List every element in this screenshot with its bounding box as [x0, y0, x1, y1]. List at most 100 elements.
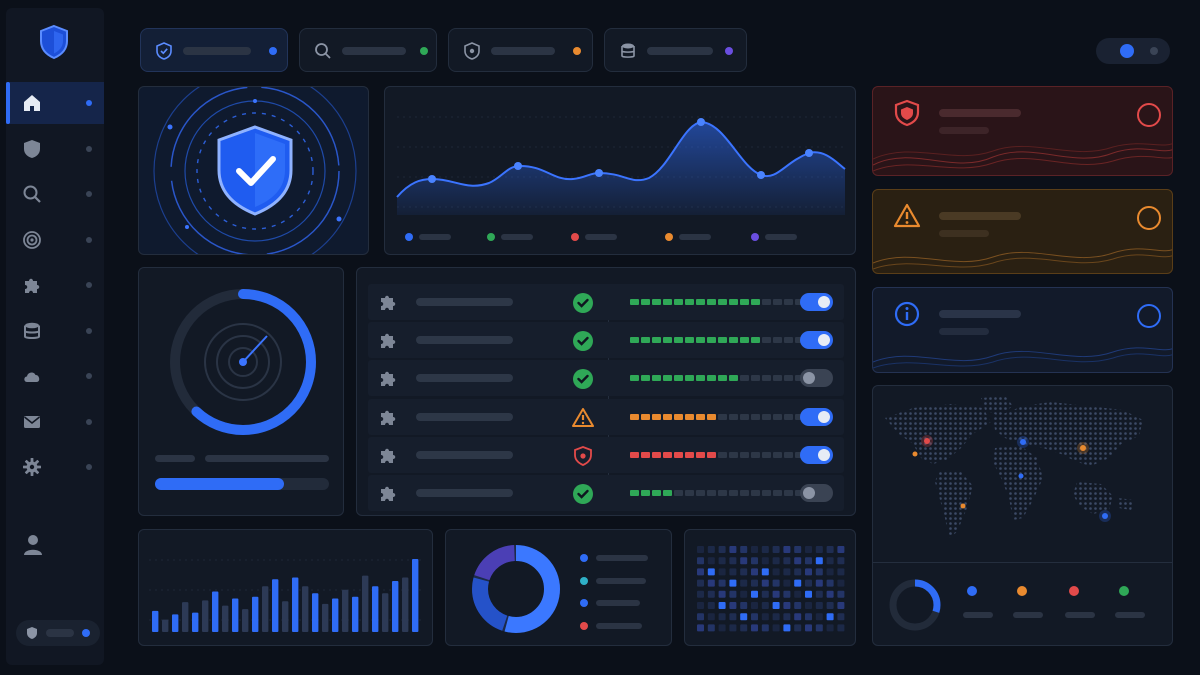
shield-check-icon — [155, 42, 173, 60]
level-segment — [762, 375, 771, 382]
module-level-bar — [630, 490, 804, 496]
tab-data[interactable] — [604, 28, 747, 72]
heatmap-cell — [826, 602, 834, 609]
tab-scan[interactable] — [299, 28, 437, 72]
tab-status-dot — [573, 47, 581, 55]
alert-wave-decoration — [873, 347, 1172, 369]
sidebar-item-home[interactable] — [6, 82, 104, 124]
alert-warning[interactable] — [872, 189, 1173, 274]
level-segment — [652, 299, 661, 305]
sidebar-item-database[interactable] — [6, 310, 104, 352]
alert-subtitle-placeholder — [939, 230, 989, 237]
shield-logo-icon[interactable] — [38, 24, 70, 60]
heatmap-cell — [837, 568, 845, 576]
user-icon[interactable] — [23, 534, 43, 556]
level-segment — [751, 451, 760, 458]
footer-label-placeholder — [46, 629, 74, 637]
heatmap-cell — [729, 568, 737, 576]
tab-threats[interactable] — [448, 28, 593, 72]
heatmap-cell — [826, 557, 834, 565]
heatmap-cell — [740, 568, 748, 576]
module-toggle[interactable] — [800, 484, 833, 502]
bar — [272, 579, 279, 632]
sidebar-item-indicator — [86, 327, 92, 334]
bar — [282, 601, 289, 632]
alert-title-placeholder — [939, 109, 1021, 117]
heatmap-cell — [761, 568, 769, 576]
level-segment — [674, 490, 683, 496]
legend-label-placeholder — [1115, 612, 1145, 618]
heatmap-cell — [761, 624, 769, 632]
level-segment — [652, 413, 661, 420]
legend-label-placeholder — [765, 234, 797, 240]
activity-area-chart — [396, 116, 846, 215]
bar — [262, 586, 269, 632]
alert-info[interactable] — [872, 287, 1173, 373]
module-toggle[interactable] — [800, 331, 833, 350]
heatmap-cell — [837, 624, 845, 632]
shield-bug-icon — [463, 42, 481, 60]
search-icon — [22, 184, 42, 204]
level-segment — [696, 413, 705, 420]
level-segment — [674, 299, 683, 305]
module-toggle[interactable] — [800, 445, 833, 464]
legend-label-placeholder — [596, 577, 646, 584]
heatmap-cell — [697, 590, 704, 598]
alert-critical[interactable] — [872, 86, 1173, 176]
sidebar-item-shield[interactable] — [6, 128, 104, 170]
heatmap-cell — [740, 613, 748, 621]
sidebar-item-search[interactable] — [6, 173, 104, 215]
radar-label-placeholder — [155, 455, 195, 462]
sidebar-footer-pill[interactable] — [16, 620, 100, 646]
puzzle-icon — [378, 445, 398, 465]
level-segment — [685, 337, 694, 344]
module-toggle[interactable] — [800, 369, 833, 388]
puzzle-icon — [22, 275, 42, 295]
bar — [332, 598, 339, 632]
sidebar-item-gear[interactable] — [6, 446, 104, 488]
bar — [382, 593, 389, 632]
module-toggle[interactable] — [800, 293, 833, 311]
table-row[interactable] — [368, 475, 844, 511]
alert-wave-decoration — [873, 143, 1172, 172]
module-toggle[interactable] — [800, 407, 833, 426]
sidebar-item-indicator — [86, 100, 92, 106]
sidebar-item-cloud[interactable] — [6, 355, 104, 397]
tab-protection[interactable] — [140, 28, 288, 72]
level-segment — [718, 375, 727, 382]
sidebar-item-mail[interactable] — [6, 401, 104, 443]
level-segment — [740, 299, 749, 305]
bar — [202, 600, 209, 632]
puzzle-icon — [378, 483, 398, 503]
heatmap-cell — [718, 568, 726, 576]
heatmap-cell — [815, 624, 823, 632]
sidebar-item-puzzle[interactable] — [6, 264, 104, 306]
heatmap-cell — [729, 613, 737, 621]
level-segment — [773, 451, 782, 458]
radar-progress-fill — [155, 478, 284, 490]
legend-color-dot — [751, 233, 759, 241]
level-segment — [729, 413, 738, 420]
threat-map-panel — [872, 385, 1173, 646]
bar — [362, 575, 369, 632]
legend-color-dot — [1119, 586, 1129, 596]
table-row[interactable] — [368, 284, 844, 320]
radar-panel — [138, 267, 344, 516]
level-segment — [641, 451, 650, 458]
header-toggle[interactable] — [1096, 38, 1170, 64]
table-row[interactable] — [368, 322, 844, 359]
level-segment — [784, 299, 793, 305]
heatmap-cell — [772, 546, 780, 553]
heatmap-cell — [707, 557, 715, 565]
shield-hero-graphic — [153, 87, 357, 254]
table-row[interactable] — [368, 360, 844, 397]
legend-label-placeholder — [679, 234, 711, 240]
heatmap-cell — [805, 613, 812, 621]
cloud-icon — [22, 366, 42, 386]
legend-color-dot — [1069, 586, 1079, 596]
alert-status-ring — [1137, 304, 1161, 328]
sidebar-item-target[interactable] — [6, 219, 104, 261]
warning-triangle-icon — [893, 202, 921, 230]
table-row[interactable] — [368, 436, 844, 473]
table-row[interactable] — [368, 398, 844, 435]
